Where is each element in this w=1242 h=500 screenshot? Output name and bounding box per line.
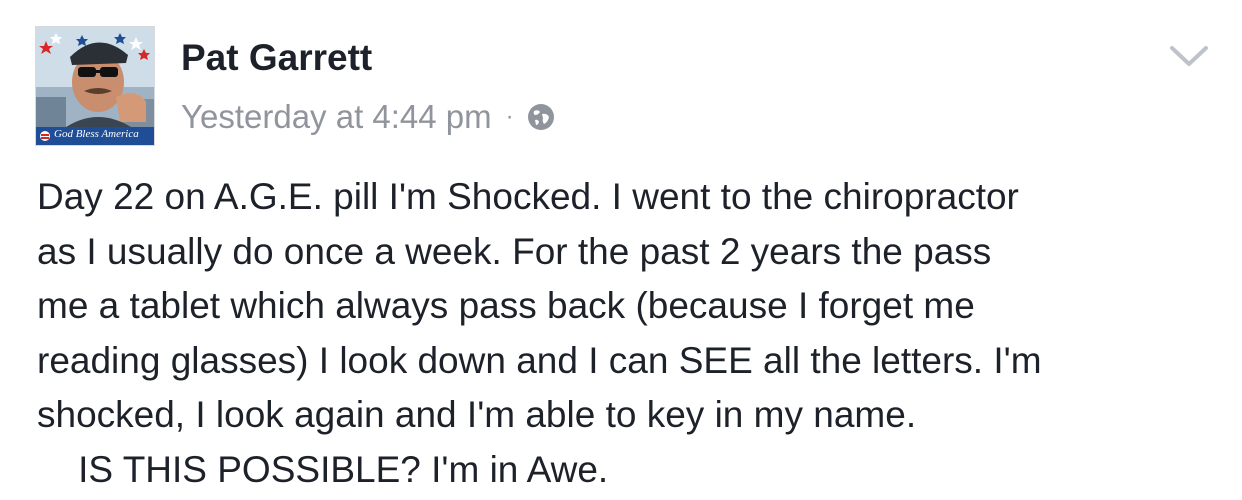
author-name[interactable]: Pat Garrett: [181, 37, 372, 79]
post-text-line: shocked, I look again and I'm able to ke…: [37, 394, 917, 435]
post-meta: Yesterday at 4:44 pm ·: [181, 97, 556, 137]
post-text-line: reading glasses) I look down and I can S…: [37, 339, 1042, 381]
meta-separator: ·: [505, 103, 514, 130]
post-text-line: as I usually do once a week. For the pas…: [37, 230, 992, 272]
avatar[interactable]: God Bless America: [35, 26, 155, 146]
post-text-line: Day 22 on A.G.E. pill I'm Shocked. I wen…: [37, 176, 1019, 217]
avatar-banner-text: God Bless America: [54, 128, 139, 140]
post-text: Day 22 on A.G.E. pill I'm Shocked. I wen…: [37, 170, 1227, 497]
post-text-line: me a tablet which always pass back (beca…: [37, 285, 975, 326]
globe-icon[interactable]: [526, 102, 556, 132]
chevron-down-icon[interactable]: [1168, 40, 1210, 72]
timestamp-link[interactable]: Yesterday at 4:44 pm: [181, 98, 492, 136]
post-text-line: IS THIS POSSIBLE? I'm in Awe.: [37, 448, 609, 490]
facebook-post: God Bless America Pat Garrett Yesterday …: [0, 0, 1242, 500]
